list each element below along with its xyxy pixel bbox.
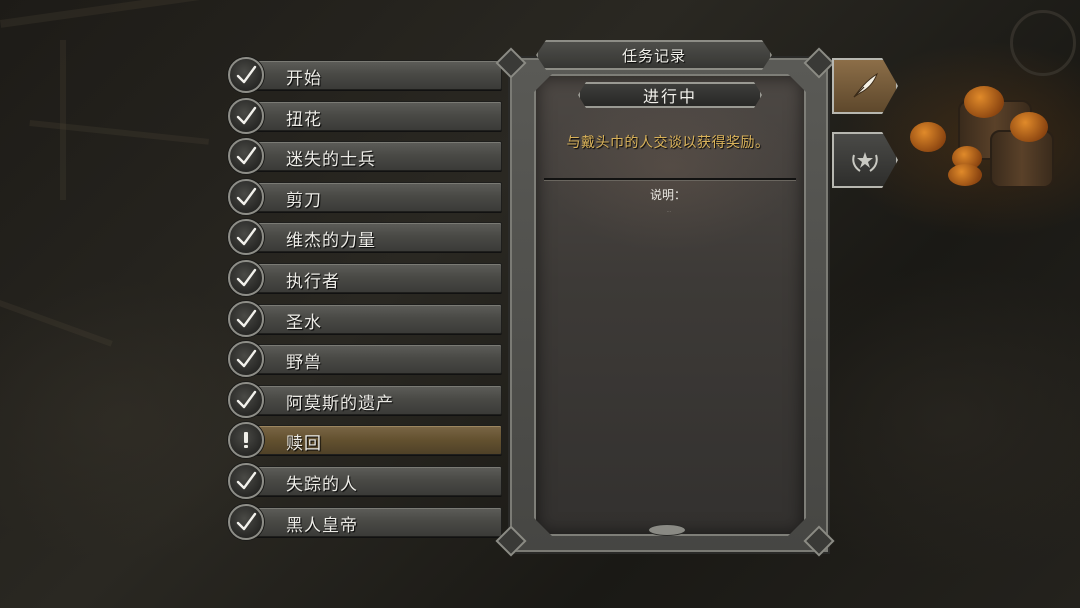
pumpkin [948,164,982,186]
panel-bottom-ornament [648,524,686,536]
quest-row-bar [246,344,502,375]
checkmark-icon [236,146,257,165]
quest-label: 扭花 [286,109,322,130]
quest-complete-badge [228,138,264,175]
quest-label: 阿莫斯的遗产 [286,393,394,414]
quest-row-bar [246,466,502,496]
divider [544,178,796,180]
quest-row-bar [246,303,502,334]
quest-list: 开始扭花迷失的士兵剪刀维杰的力量执行者圣水野兽阿莫斯的遗产 赎回失踪的人黑人皇帝 [228,56,504,550]
quest-detail-panel [508,56,830,554]
star-laurel-icon [852,152,878,172]
checkmark-icon [236,512,257,530]
quest-row-bar [246,506,502,537]
quest-label: 执行者 [286,272,340,292]
quest-complete-badge [228,503,264,540]
pumpkin [910,122,946,152]
quest-label: 失踪的人 [286,475,358,495]
quest-label: 迷失的士兵 [286,150,376,171]
quest-row[interactable]: 扭花 [228,97,504,134]
quest-row[interactable]: 赎回 [228,421,504,459]
quest-row[interactable]: 野兽 [228,340,504,378]
quest-row-bar [246,100,502,131]
quest-row[interactable]: 维杰的力量 [228,218,504,256]
quest-complete-badge [228,463,264,499]
description-label: 说明： [649,188,686,202]
exclamation-icon [244,432,248,449]
quest-row[interactable]: 迷失的士兵 [228,137,504,175]
checkmark-icon [236,187,257,205]
quest-status: 进行中 [642,87,697,106]
quest-label: 开始 [286,69,322,89]
quest-complete-badge [228,341,264,378]
checkmark-icon [236,268,257,287]
checkmark-icon [236,228,257,246]
checkmark-icon [236,65,257,84]
quest-label: 维杰的力量 [286,231,376,252]
quest-label: 赎回 [286,434,322,455]
checkmark-icon [236,471,257,490]
panel-title-tab: 任务记录 [536,40,772,70]
quest-complete-badge [228,97,264,134]
quest-row[interactable]: 黑人皇帝 [228,503,504,540]
scene-plank [0,300,113,347]
quest-label: 圣水 [286,312,322,333]
tab-quest-log[interactable] [832,58,898,114]
scene-plank [60,40,66,200]
quest-label: 剪刀 [286,190,322,211]
quest-row[interactable]: 执行者 [228,259,504,296]
scene-plank [29,120,210,145]
quest-row[interactable]: 圣水 [228,300,504,337]
checkmark-icon [236,106,257,124]
quest-row-bar [246,181,502,212]
quest-complete-badge [228,260,264,296]
quest-row[interactable]: 失踪的人 [228,462,504,499]
quest-row-bar [246,263,502,293]
pumpkin [964,86,1004,118]
quill-icon [853,72,878,98]
checkmark-icon [236,309,257,327]
pumpkin [1010,112,1048,142]
quest-complete-badge [228,178,264,215]
quest-complete-badge [228,57,264,93]
quest-status-tag: 进行中 [578,82,762,108]
quest-complete-badge [228,300,264,337]
quest-label: 野兽 [286,353,322,374]
quest-row-bar [246,425,502,456]
checkmark-icon [236,349,257,368]
quest-objective: 与戴头巾的人交谈以获得奖励。 [566,135,770,151]
description-text: ... [666,208,672,213]
tab-achievements[interactable] [832,132,898,188]
wagon-wheel [1010,10,1076,76]
quest-row[interactable]: 剪刀 [228,178,504,215]
quest-row[interactable]: 开始 [228,56,504,93]
panel-title: 任务记录 [621,46,686,65]
quest-row-bar [246,60,502,90]
quest-row[interactable]: 阿莫斯的遗产 [228,381,504,418]
quest-label: 黑人皇帝 [286,515,358,536]
quest-complete-badge [228,381,264,418]
scene-plank [0,0,200,28]
checkmark-icon [236,390,257,408]
